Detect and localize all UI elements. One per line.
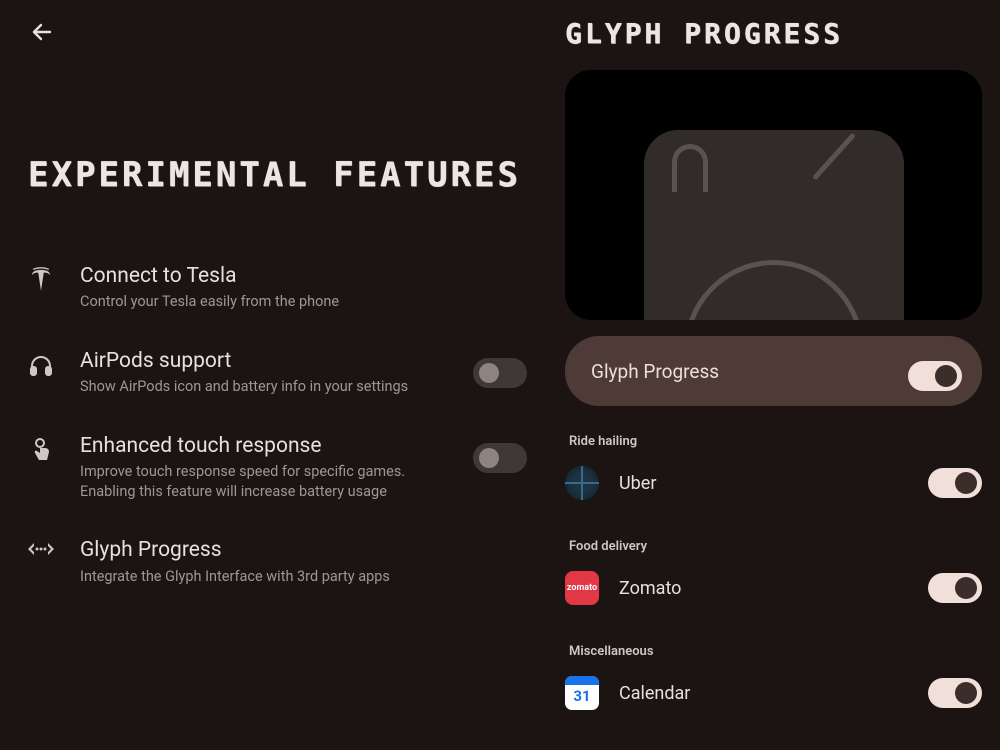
back-button[interactable] [28,18,56,46]
page-title: GLYPH PROGRESS [565,18,982,50]
glyph-progress-master-toggle[interactable]: Glyph Progress [565,336,982,406]
setting-airpods-support[interactable]: AirPods support Show AirPods icon and ba… [28,330,527,415]
zomato-toggle[interactable] [928,573,982,603]
setting-desc: Integrate the Glyph Interface with 3rd p… [80,567,420,587]
glyph-progress-toggle[interactable] [908,361,962,391]
app-name: Calendar [619,683,908,704]
app-name: Uber [619,473,908,494]
phone-back-illustration [644,130,904,320]
arrow-left-icon [30,20,54,44]
setting-title: Enhanced touch response [80,433,447,460]
glyph-preview-card [565,70,982,320]
setting-text: AirPods support Show AirPods icon and ba… [80,348,447,397]
glyph-progress-pane: GLYPH PROGRESS Glyph Progress Ride haili… [555,0,1000,750]
setting-enhanced-touch[interactable]: Enhanced touch response Improve touch re… [28,415,527,519]
tesla-icon [28,267,54,291]
app-row-uber[interactable]: Uber [565,455,982,511]
setting-text: Enhanced touch response Improve touch re… [80,433,447,501]
integrate-icon [28,541,54,557]
experimental-features-pane: EXPERIMENTAL FEATURES Connect to Tesla C… [0,0,555,750]
enhanced-touch-toggle[interactable] [473,443,527,473]
setting-title: Connect to Tesla [80,263,527,290]
setting-glyph-progress[interactable]: Glyph Progress Integrate the Glyph Inter… [28,519,527,604]
app-name: Zomato [619,578,908,599]
setting-title: Glyph Progress [80,537,527,564]
section-label-ride-hailing: Ride hailing [565,434,982,449]
setting-text: Glyph Progress Integrate the Glyph Inter… [80,537,527,586]
setting-desc: Control your Tesla easily from the phone [80,292,420,312]
setting-title: AirPods support [80,348,447,375]
section-label-misc: Miscellaneous [565,644,982,659]
touch-icon [28,437,54,463]
setting-desc: Improve touch response speed for specifi… [80,462,420,501]
page-title: EXPERIMENTAL FEATURES [28,156,527,195]
app-row-zomato[interactable]: zomato Zomato [565,560,982,616]
app-row-calendar[interactable]: 31 Calendar [565,665,982,721]
toggle-label: Glyph Progress [591,360,908,383]
calendar-toggle[interactable] [928,678,982,708]
zomato-icon: zomato [565,571,599,605]
calendar-icon: 31 [565,676,599,710]
setting-text: Connect to Tesla Control your Tesla easi… [80,263,527,312]
setting-desc: Show AirPods icon and battery info in yo… [80,377,420,397]
uber-toggle[interactable] [928,468,982,498]
section-label-food-delivery: Food delivery [565,539,982,554]
airpods-toggle[interactable] [473,358,527,388]
headphones-icon [28,352,54,376]
uber-icon [565,466,599,500]
setting-connect-to-tesla[interactable]: Connect to Tesla Control your Tesla easi… [28,245,527,330]
